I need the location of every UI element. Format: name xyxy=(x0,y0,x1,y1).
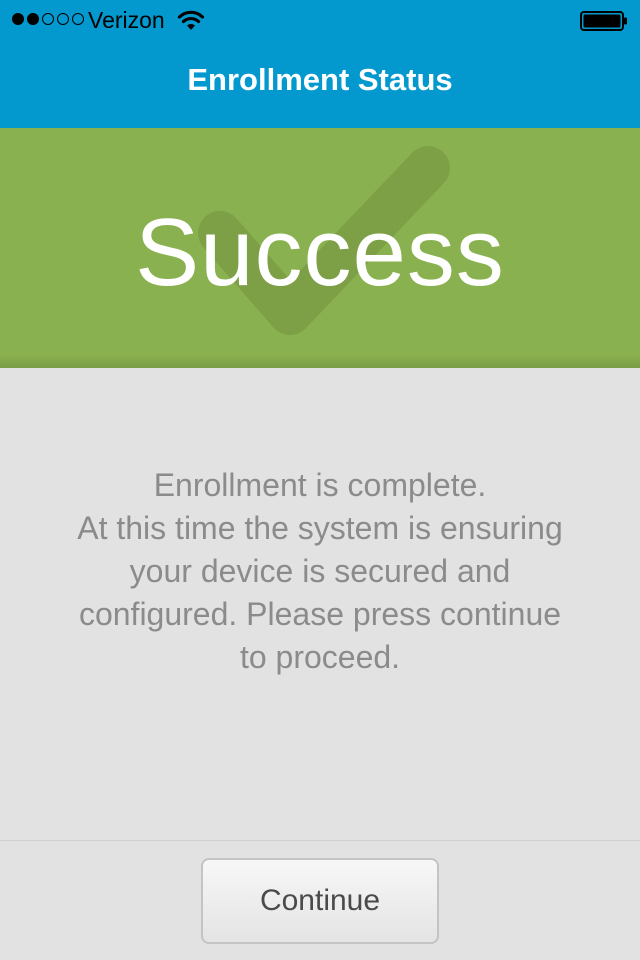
header: Verizon Enrollment Status xyxy=(0,0,640,128)
signal-dot xyxy=(42,13,54,25)
message-line: your device is secured and xyxy=(129,553,511,589)
continue-button[interactable]: Continue xyxy=(201,858,439,944)
status-bar: Verizon xyxy=(0,0,640,40)
carrier-name: Verizon xyxy=(88,7,165,33)
message-line: configured. Please press continue xyxy=(78,596,562,632)
enrollment-message: Enrollment is complete. At this time the… xyxy=(30,464,610,679)
enrollment-status-screen: Verizon Enrollment Status Success Enroll… xyxy=(0,0,640,960)
success-banner: Success xyxy=(0,128,640,368)
signal-dot xyxy=(27,13,39,25)
signal-dot xyxy=(57,13,69,25)
message-line: At this time the system is ensuring xyxy=(77,510,563,546)
footer-bar: Continue xyxy=(0,840,640,960)
battery-icon xyxy=(580,11,627,31)
wifi-icon xyxy=(177,10,205,30)
success-heading: Success xyxy=(135,199,505,306)
signal-dot xyxy=(72,13,84,25)
message-line: Enrollment is complete. xyxy=(153,467,487,503)
page-title: Enrollment Status xyxy=(187,62,453,97)
message-line: to proceed. xyxy=(239,639,401,675)
signal-dots-icon xyxy=(12,13,84,25)
signal-dot xyxy=(12,13,24,25)
